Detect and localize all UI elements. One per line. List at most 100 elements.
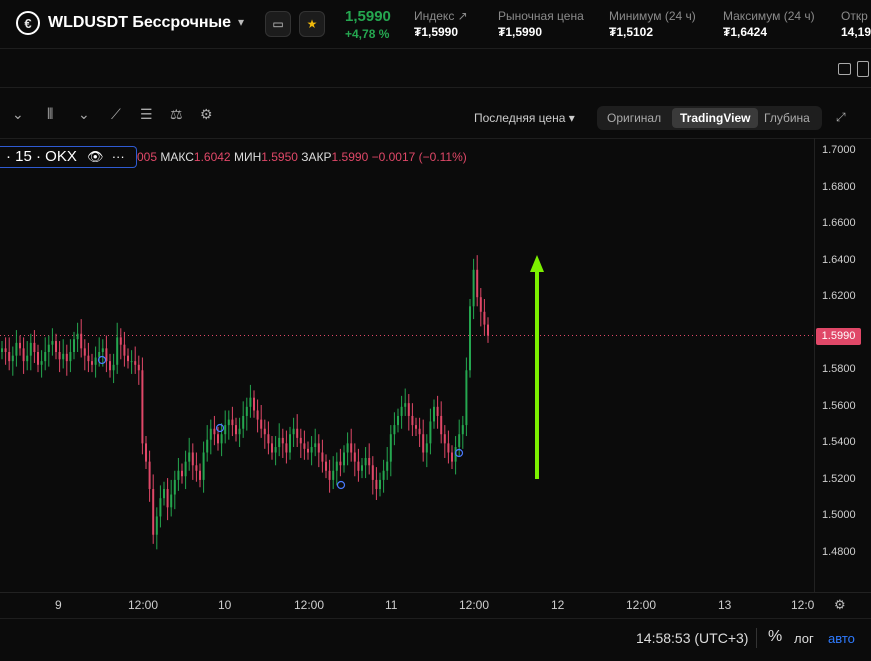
candle-body [447, 443, 450, 453]
y-tick-label: 1.5000 [822, 509, 856, 522]
candle-body [476, 269, 479, 298]
candle-body [37, 352, 39, 365]
candle-body [418, 428, 421, 435]
x-tick-label: 11 [385, 598, 398, 612]
y-tick-label: 1.5400 [822, 436, 856, 449]
candle-body [400, 406, 403, 416]
candle-body [350, 443, 353, 453]
candle-body [483, 311, 486, 325]
candle-body [425, 443, 428, 453]
candle-body [4, 348, 7, 352]
candle-body [343, 452, 345, 466]
candle-body [184, 461, 187, 477]
candle-body [22, 348, 25, 362]
candle-body [65, 353, 68, 362]
candle-body [368, 457, 371, 466]
candle-body [278, 437, 281, 448]
candle-body [123, 344, 126, 356]
candle-body [479, 297, 482, 312]
candle-body [469, 306, 471, 371]
candle-body [199, 470, 201, 480]
candle-body [76, 333, 79, 340]
candle-body [292, 428, 295, 435]
candlestick-chart[interactable] [0, 0, 871, 660]
open-value: 005 [137, 150, 158, 164]
y-tick-label: 1.5200 [822, 472, 856, 485]
x-tick-label: 10 [218, 598, 232, 612]
current-price-badge: 1.5990 [816, 328, 861, 345]
candle-body [271, 443, 273, 453]
candle-body [112, 364, 115, 371]
candle-body [289, 434, 291, 453]
candle-body [310, 447, 313, 453]
candle-body [177, 470, 180, 480]
x-tick-label: 12:00 [459, 598, 490, 612]
candle-body [346, 443, 349, 453]
y-tick-label: 1.5600 [822, 399, 856, 412]
candle-body [235, 425, 237, 435]
candle-body [181, 470, 183, 477]
candle-body [170, 494, 173, 508]
high-value: 1.6042 [193, 150, 231, 164]
candle-body [415, 425, 417, 429]
candle-body [69, 352, 72, 362]
candle-body [73, 339, 75, 352]
candle-body [353, 452, 356, 462]
candle-body [141, 370, 144, 444]
candle-body [19, 342, 21, 349]
candle-body [119, 337, 122, 345]
log-scale-toggle[interactable]: лог [794, 631, 814, 646]
candle-body [127, 355, 129, 362]
candle-body [155, 516, 158, 535]
candle-body [152, 489, 155, 535]
settings-icon[interactable]: ⚙ [834, 597, 848, 612]
percent-scale-toggle[interactable]: % [768, 628, 782, 646]
candle-body [238, 428, 241, 435]
candle-body [281, 437, 284, 444]
candle-body [375, 479, 378, 490]
candle-body [1, 348, 3, 352]
y-tick-label: 1.6400 [822, 253, 856, 266]
candle-body [44, 352, 47, 362]
candle-body [166, 489, 169, 508]
candle-body [173, 479, 176, 495]
candle-body [245, 406, 248, 416]
divider [756, 628, 757, 648]
x-tick-label: 12:00 [294, 598, 325, 612]
candle-body [55, 341, 57, 352]
candle-body [404, 403, 407, 407]
candle-body [317, 443, 320, 453]
candle-body [130, 361, 133, 363]
candle-body [80, 333, 83, 349]
candle-body [361, 465, 363, 471]
x-tick-label: 12:0 [791, 598, 815, 612]
candle-body [253, 397, 255, 411]
x-tick-label: 12:00 [626, 598, 657, 612]
candle-body [357, 461, 360, 471]
candle-body [436, 406, 439, 416]
candle-body [220, 434, 223, 444]
candle-body [11, 355, 14, 362]
candle-body [267, 434, 270, 444]
candle-body [433, 406, 435, 422]
more-icon[interactable]: ··· [112, 149, 125, 164]
candle-body [386, 461, 389, 471]
candle-body [209, 428, 212, 440]
annotation-arrow-head [530, 255, 544, 272]
clock[interactable]: 14:58:53 (UTC+3) [636, 630, 748, 646]
y-tick-label: 1.4800 [822, 546, 856, 558]
candle-body [51, 341, 54, 345]
x-tick-label: 9 [55, 598, 62, 612]
candle-body [91, 361, 93, 365]
candle-body [163, 489, 165, 499]
candle-body [8, 352, 11, 362]
series-chip[interactable]: · 15 · OKX 👁 ··· [0, 146, 137, 168]
candle-body [411, 415, 414, 426]
candle-body [260, 419, 263, 429]
candle-body [58, 352, 61, 360]
eye-icon[interactable]: 👁 [87, 149, 104, 164]
auto-scale-toggle[interactable]: авто [828, 631, 855, 646]
y-tick-label: 1.6800 [822, 180, 856, 193]
candle-body [145, 443, 147, 462]
candle-body [397, 415, 399, 426]
